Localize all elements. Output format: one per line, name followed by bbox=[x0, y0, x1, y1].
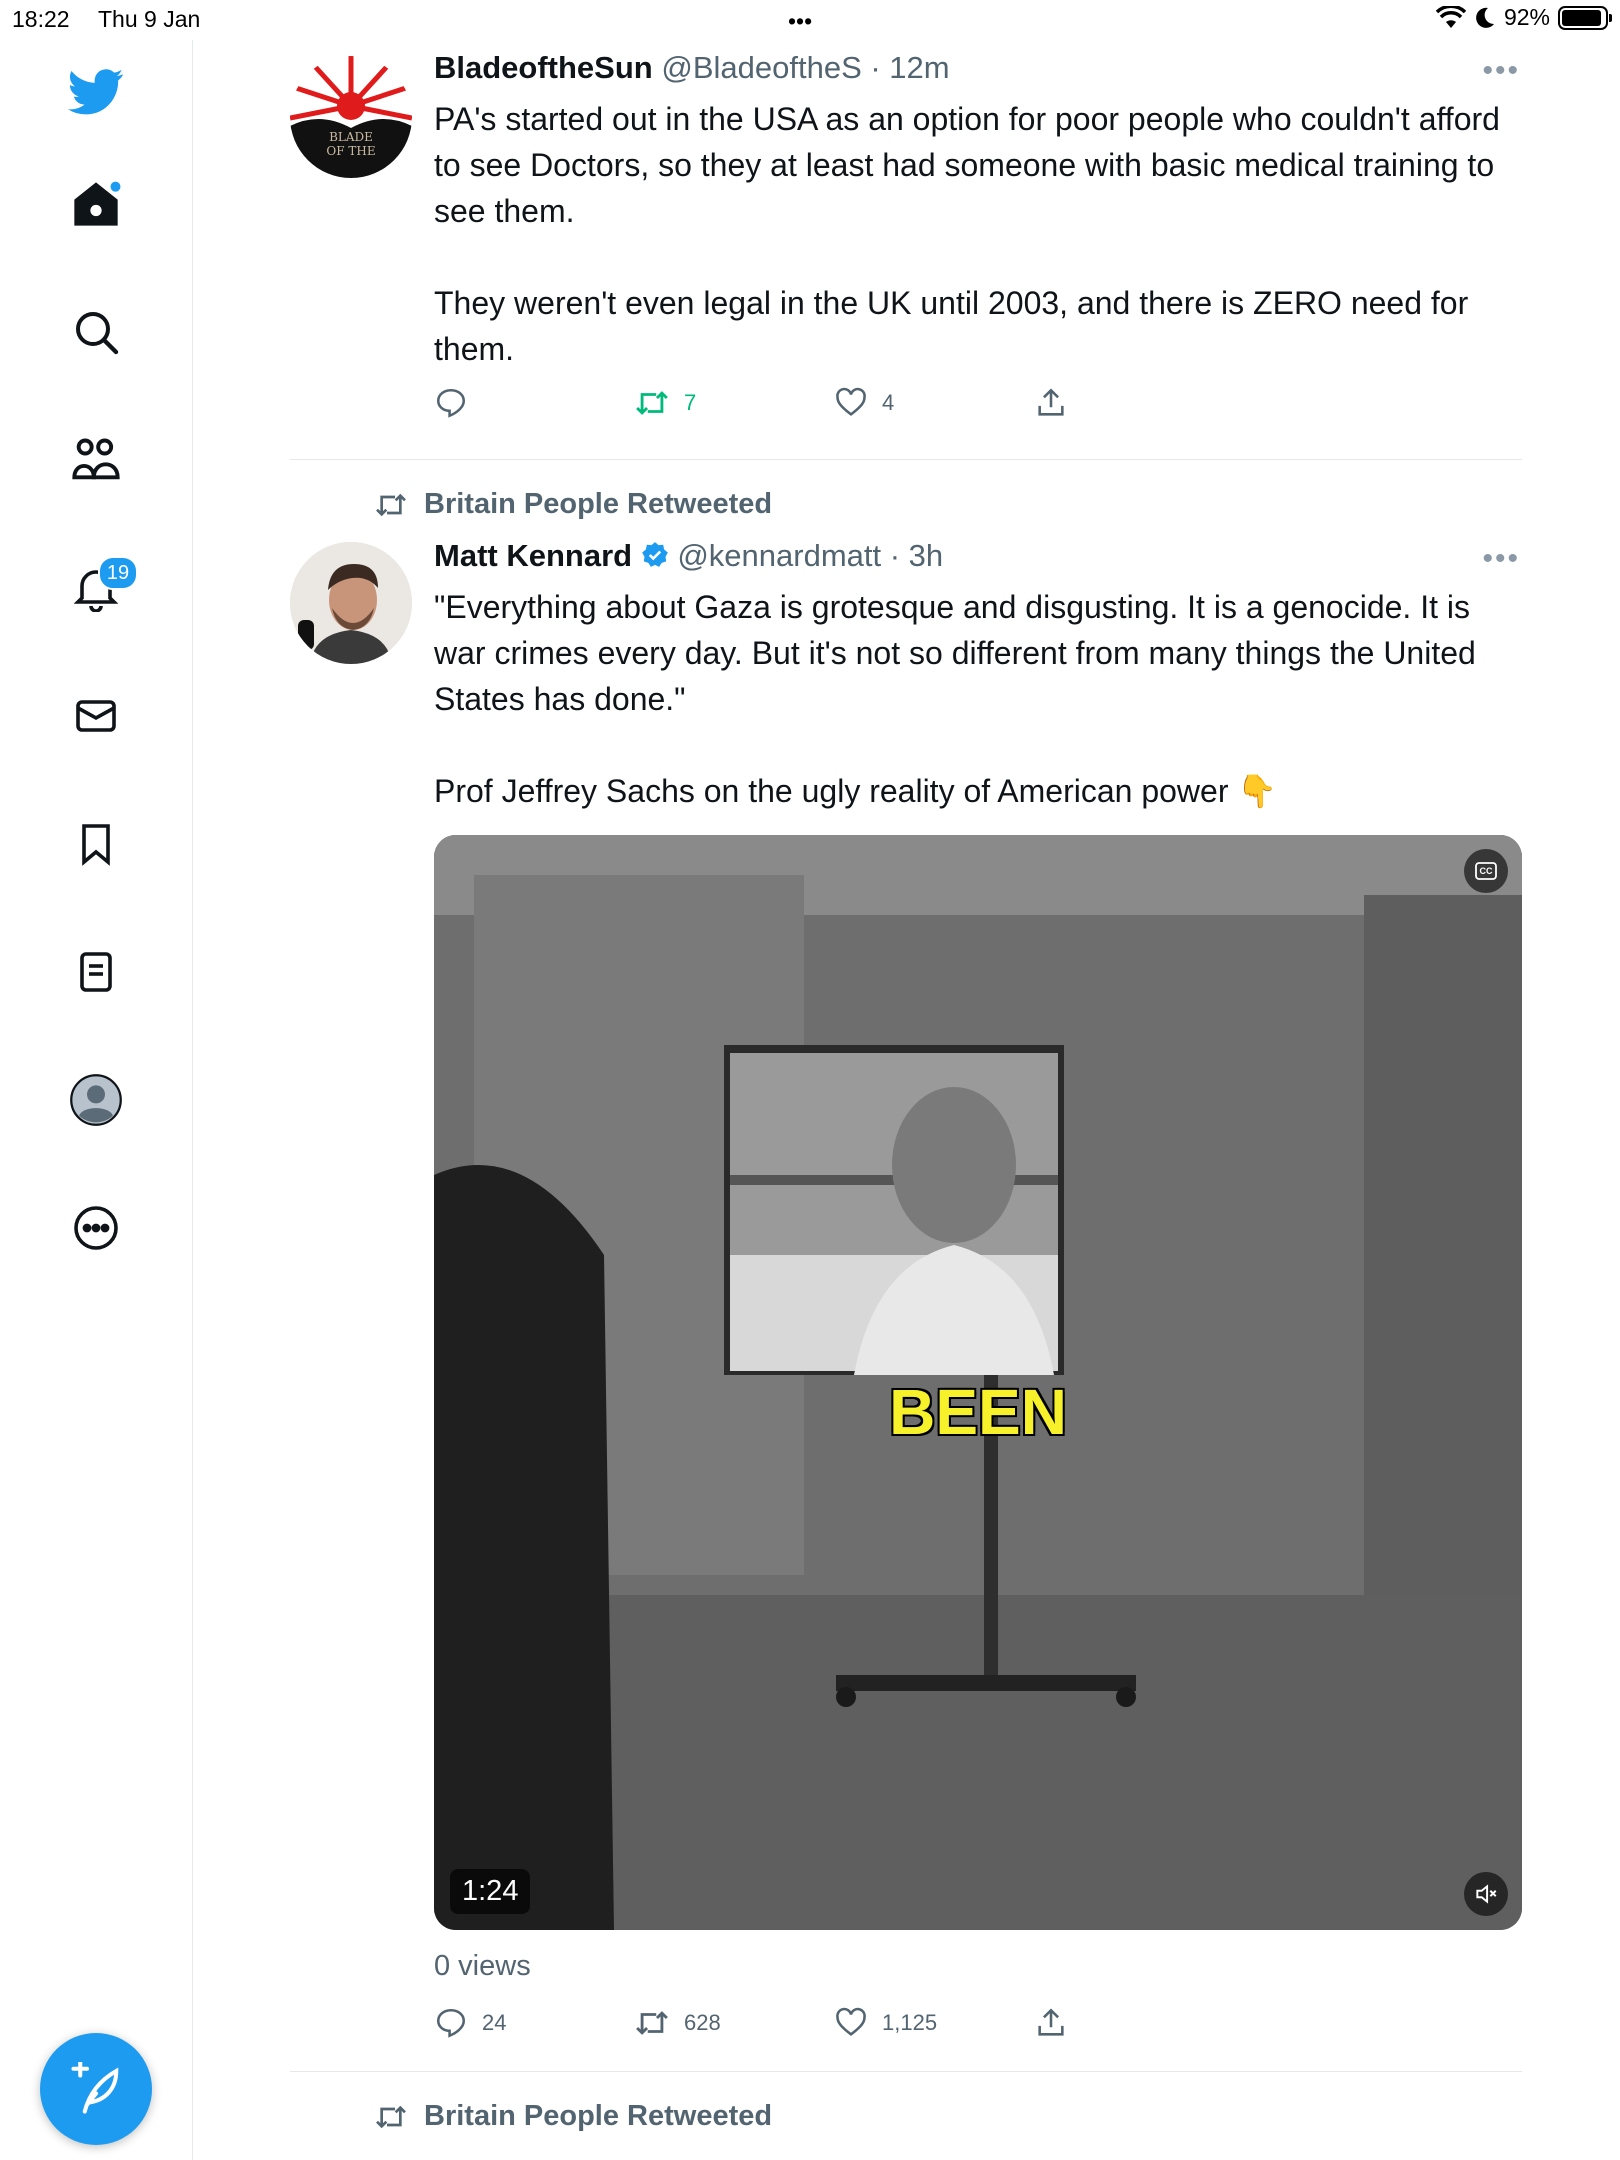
retweeted-by-label: Britain People Retweeted bbox=[424, 488, 773, 520]
video-player[interactable]: BEEN CC 1:24 bbox=[434, 835, 1522, 1930]
avatar[interactable] bbox=[290, 542, 412, 664]
like-count: 4 bbox=[882, 390, 895, 415]
retweeted-by[interactable]: Britain People Retweeted bbox=[374, 488, 772, 521]
feather-plus-icon bbox=[71, 2062, 119, 2114]
status-right: 92% bbox=[1435, 4, 1612, 31]
tweet-time[interactable]: · 3h bbox=[890, 538, 943, 573]
video-duration: 1:24 bbox=[450, 1869, 531, 1914]
like-count: 1,125 bbox=[882, 2010, 938, 2035]
reply-icon bbox=[436, 2008, 466, 2038]
retweet-button[interactable]: 7 bbox=[634, 386, 696, 420]
tweet-text: PA's started out in the USA as an option… bbox=[434, 101, 1500, 367]
retweet-icon bbox=[376, 2105, 406, 2128]
share-icon bbox=[1038, 388, 1064, 416]
battery-percent: 92% bbox=[1503, 4, 1550, 30]
tweet-divider bbox=[290, 2071, 1522, 2072]
retweet-count: 7 bbox=[684, 390, 697, 415]
avatar[interactable]: BLADE OF THE bbox=[290, 56, 412, 178]
search-icon[interactable] bbox=[64, 300, 128, 364]
more-menu-icon[interactable]: ••• bbox=[1482, 542, 1520, 576]
mute-button[interactable] bbox=[1464, 1872, 1508, 1916]
home-icon[interactable] bbox=[64, 172, 128, 236]
like-button[interactable]: 1,125 bbox=[834, 2006, 937, 2040]
share-button[interactable] bbox=[1034, 386, 1068, 420]
tweet-time[interactable]: · 12m bbox=[870, 50, 949, 85]
battery-level bbox=[1562, 9, 1601, 26]
retweet-button[interactable]: 628 bbox=[634, 2006, 721, 2040]
heart-icon bbox=[836, 2007, 866, 2036]
wifi-icon bbox=[1435, 5, 1466, 28]
twitter-logo-icon[interactable] bbox=[64, 60, 128, 124]
reply-count: 24 bbox=[482, 2010, 507, 2035]
video-caption: BEEN bbox=[889, 1376, 1067, 1448]
tweet-text: "Everything about Gaza is grotesque and … bbox=[434, 589, 1476, 809]
share-icon bbox=[1038, 2008, 1064, 2036]
retweet-icon bbox=[376, 493, 406, 516]
retweet-count: 628 bbox=[684, 2010, 721, 2035]
battery-icon bbox=[1558, 5, 1612, 30]
reply-button[interactable]: 24 bbox=[434, 2006, 506, 2040]
more-menu-icon[interactable]: ••• bbox=[1482, 54, 1520, 88]
author-name[interactable]: Matt Kennard bbox=[434, 538, 632, 573]
tweet[interactable]: BLADE OF THE BladeoftheSun @BladeoftheS … bbox=[290, 50, 1520, 460]
cc-label: CC bbox=[1479, 866, 1493, 876]
reply-icon bbox=[436, 388, 466, 418]
moon-icon bbox=[1476, 7, 1494, 28]
compose-tweet-button[interactable] bbox=[40, 2033, 152, 2145]
author-handle[interactable]: @BladeoftheS bbox=[661, 50, 861, 85]
retweeted-by-label: Britain People Retweeted bbox=[424, 2100, 773, 2132]
lists-icon[interactable] bbox=[64, 940, 128, 1004]
heart-icon bbox=[836, 387, 866, 416]
tweet-header: Matt Kennard @kennardmatt · 3h bbox=[434, 538, 943, 574]
reply-button[interactable] bbox=[434, 386, 468, 420]
verified-badge-icon bbox=[641, 542, 668, 567]
tweet-header: BladeoftheSun @BladeoftheS · 12m bbox=[434, 50, 950, 86]
status-time: 18:22 bbox=[12, 6, 70, 32]
retweet-icon bbox=[636, 391, 668, 415]
mute-icon bbox=[1476, 1884, 1497, 1904]
notifications-badge: 19 bbox=[98, 556, 138, 590]
status-date: Thu 9 Jan bbox=[98, 6, 201, 32]
retweet-icon bbox=[636, 2011, 668, 2035]
like-button[interactable]: 4 bbox=[834, 386, 894, 420]
more-options-icon[interactable] bbox=[64, 1196, 128, 1260]
profile-avatar-icon[interactable] bbox=[64, 1068, 128, 1132]
communities-icon[interactable] bbox=[64, 428, 128, 492]
view-count: 0 views bbox=[434, 1950, 531, 1982]
avatar-logo-text: BLADE OF THE bbox=[326, 130, 376, 158]
retweeted-by[interactable]: Britain People Retweeted bbox=[374, 2100, 772, 2133]
bookmarks-icon[interactable] bbox=[64, 812, 128, 876]
status-bar: 18:22 Thu 9 Jan ••• 92% bbox=[0, 0, 1620, 40]
tweet-actions: 7 4 bbox=[434, 386, 1114, 426]
sidebar: 19 bbox=[0, 40, 193, 2160]
share-button[interactable] bbox=[1034, 2006, 1068, 2040]
tweet-actions: 24 628 1,125 bbox=[434, 2006, 1114, 2046]
tweet-divider bbox=[290, 459, 1522, 460]
author-handle[interactable]: @kennardmatt bbox=[677, 538, 881, 573]
messages-icon[interactable] bbox=[64, 684, 128, 748]
closed-captions-button[interactable]: CC bbox=[1464, 849, 1508, 893]
author-name[interactable]: BladeoftheSun bbox=[434, 50, 653, 85]
multitasking-dots[interactable]: ••• bbox=[788, 8, 812, 35]
